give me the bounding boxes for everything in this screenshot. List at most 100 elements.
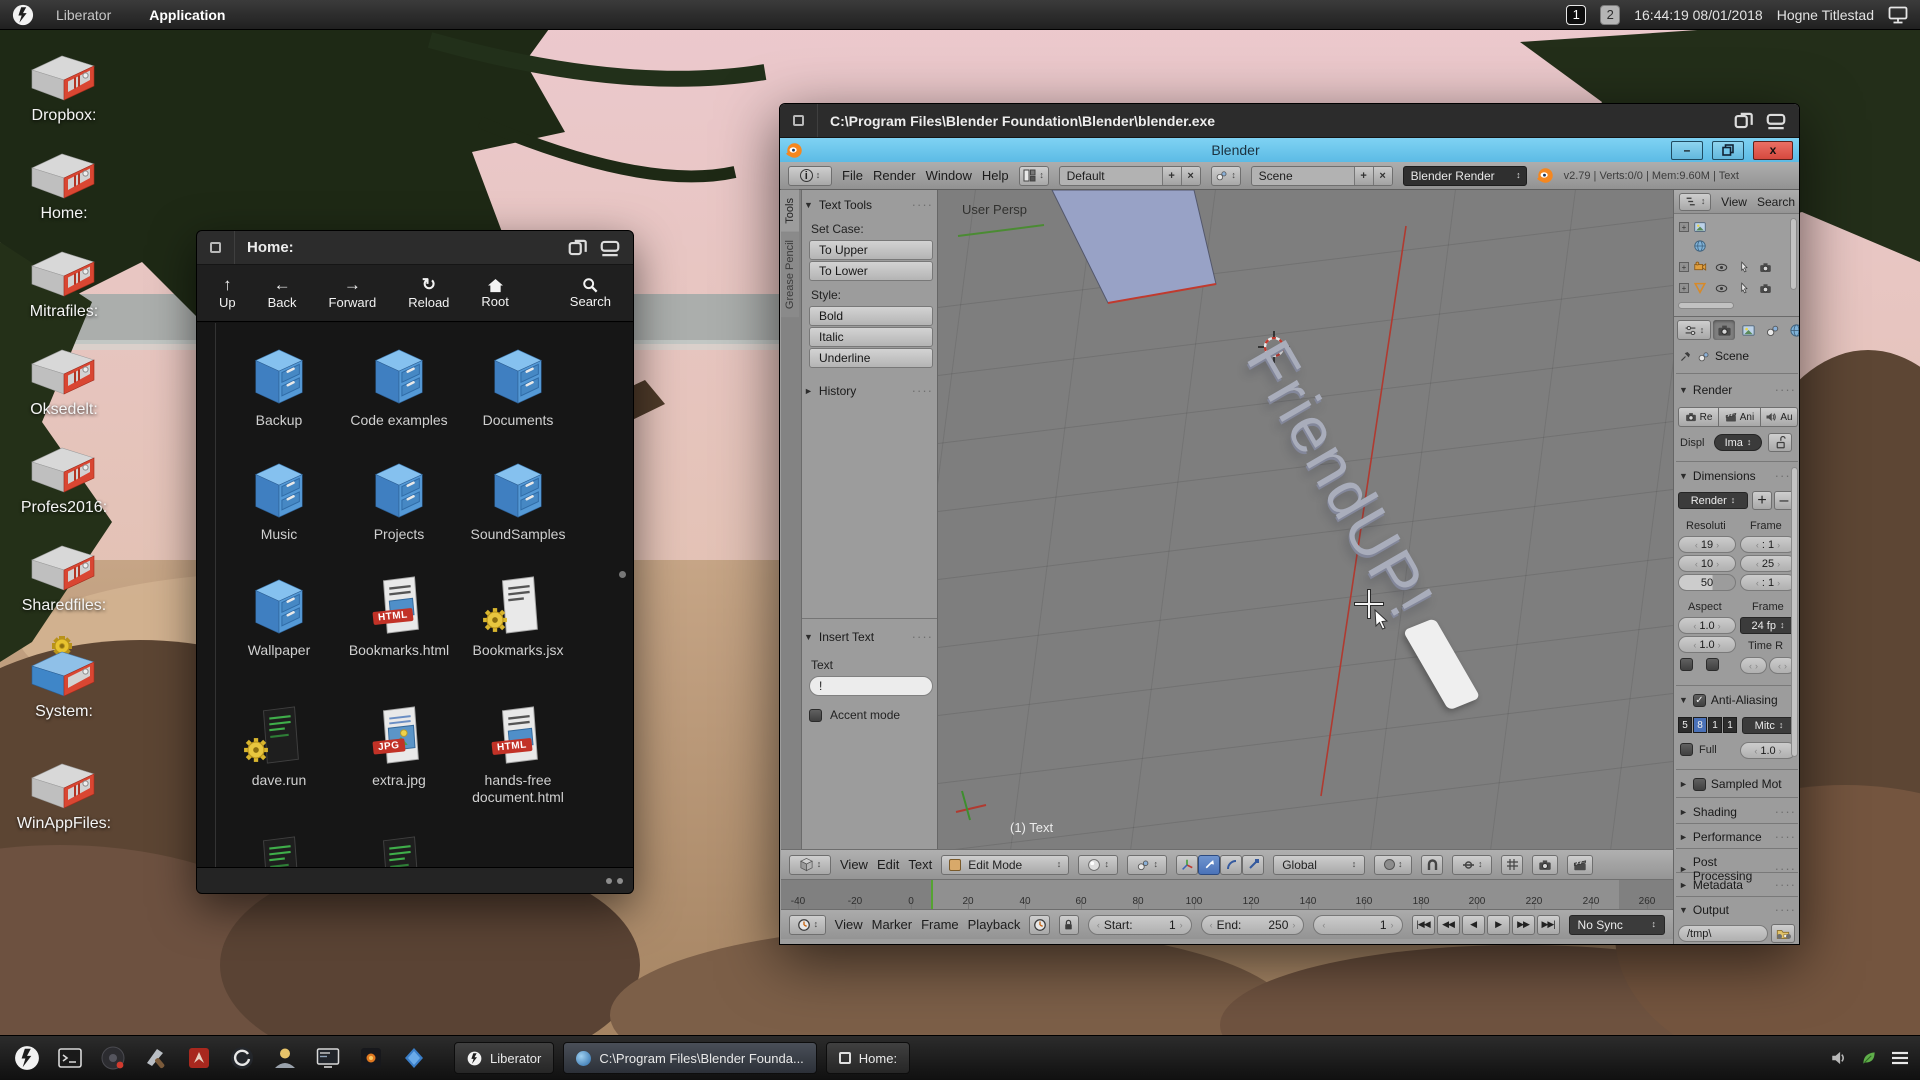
bold-button[interactable]: Bold bbox=[809, 306, 933, 326]
resolution-percentage-slider[interactable]: 50 bbox=[1678, 574, 1736, 591]
home-file-list[interactable]: Backup Code examples Documents Music Pro… bbox=[197, 323, 633, 867]
tab-grease-pencil[interactable]: Grease Pencil bbox=[781, 232, 799, 317]
jump-to-end-button[interactable]: ▶▶| bbox=[1537, 915, 1560, 935]
blender-title-bar[interactable]: C:\Program Files\Blender Foundation\Blen… bbox=[780, 104, 1799, 138]
file-item-code-examples[interactable]: Code examples bbox=[341, 345, 457, 429]
properties-vertical-scrollbar[interactable] bbox=[1791, 467, 1798, 757]
desktop-icon-sharedfiles[interactable]: Sharedfiles: bbox=[6, 538, 122, 615]
blender-resize-grip[interactable] bbox=[1777, 934, 1791, 939]
viewport-3d[interactable]: User Persp (1) Text FriendUP! bbox=[938, 190, 1673, 849]
timeline-ruler[interactable]: -40 -20 0 20 40 60 80 100 120 140 160 18… bbox=[781, 879, 1673, 909]
frame-end-field[interactable]: ‹25› bbox=[1740, 555, 1796, 572]
minimize-button[interactable]: – bbox=[1671, 141, 1703, 160]
dimensions-panel-header[interactable]: ▼ Dimensions ···· bbox=[1679, 469, 1796, 483]
user-app-icon[interactable] bbox=[268, 1041, 302, 1075]
file-item-backup[interactable]: Backup bbox=[221, 345, 337, 429]
menu-application[interactable]: Application bbox=[133, 7, 241, 23]
snap-grid-button[interactable] bbox=[1501, 855, 1523, 875]
expand-icon[interactable]: + bbox=[1679, 222, 1689, 232]
lock-time-button[interactable] bbox=[1059, 915, 1079, 935]
scene-icon-button[interactable]: ↕ bbox=[1211, 166, 1241, 186]
desktop-icon-profes2016[interactable]: Profes2016: bbox=[6, 440, 122, 517]
metadata-panel-header[interactable]: ► Metadata ···· bbox=[1679, 878, 1796, 892]
delete-layout-button[interactable]: × bbox=[1181, 167, 1200, 185]
screens-app-icon[interactable] bbox=[311, 1041, 345, 1075]
editor-type-button[interactable]: ↕ bbox=[1677, 320, 1711, 340]
preview-range-button[interactable] bbox=[1029, 915, 1049, 935]
audio-button[interactable]: Au bbox=[1761, 407, 1798, 427]
render-engine-select[interactable]: Blender Render ↕ bbox=[1403, 166, 1527, 186]
menu-playback[interactable]: Playback bbox=[968, 917, 1021, 932]
performance-panel-header[interactable]: ► Performance ···· bbox=[1679, 830, 1796, 844]
tab-scene[interactable] bbox=[1761, 320, 1783, 340]
selectability-cursor-icon[interactable] bbox=[1738, 282, 1750, 294]
snap-element-select[interactable]: ↕ bbox=[1374, 855, 1412, 875]
outliner-vertical-scrollbar[interactable] bbox=[1790, 218, 1797, 290]
menu-render[interactable]: Render bbox=[873, 168, 916, 183]
delete-scene-button[interactable]: × bbox=[1373, 167, 1392, 185]
frame-start-field[interactable]: ‹ Start: 1 › bbox=[1088, 915, 1192, 935]
full-sample-checkbox[interactable]: Full bbox=[1680, 743, 1717, 756]
underline-button[interactable]: Underline bbox=[809, 348, 933, 368]
file-item-documents[interactable]: Documents bbox=[460, 345, 576, 429]
restore-button[interactable] bbox=[1712, 141, 1744, 160]
friend-logo-icon[interactable] bbox=[12, 4, 34, 26]
crop-checkbox[interactable] bbox=[1706, 658, 1719, 671]
blender-app-title-bar[interactable]: Blender – x bbox=[780, 138, 1799, 162]
red-app-icon[interactable] bbox=[182, 1041, 216, 1075]
samples-5-button[interactable]: 5 bbox=[1678, 717, 1692, 733]
viewport-shading-select[interactable]: ↕ bbox=[1078, 855, 1118, 875]
task-button-liberator[interactable]: Liberator bbox=[454, 1042, 554, 1074]
visibility-eye-icon[interactable] bbox=[1715, 282, 1728, 295]
frame-start-field[interactable]: ‹: 1› bbox=[1740, 536, 1796, 553]
add-preset-button[interactable]: + bbox=[1752, 491, 1772, 510]
leaf-icon[interactable] bbox=[1860, 1049, 1878, 1067]
add-scene-button[interactable]: + bbox=[1354, 167, 1373, 185]
file-item-partial[interactable] bbox=[341, 835, 457, 867]
mode-select[interactable]: Edit Mode↕ bbox=[941, 855, 1069, 875]
selectability-cursor-icon[interactable] bbox=[1738, 261, 1750, 273]
samples-11-button[interactable]: 1 bbox=[1708, 717, 1722, 733]
render-button[interactable]: Re bbox=[1678, 407, 1719, 427]
resolution-x-field[interactable]: ‹19› bbox=[1678, 536, 1736, 553]
back-button[interactable]: ←Back bbox=[268, 276, 297, 310]
next-keyframe-button[interactable]: ▶▶ bbox=[1512, 915, 1535, 935]
insert-text-input[interactable] bbox=[809, 676, 933, 696]
file-item-music[interactable]: Music bbox=[221, 459, 337, 543]
aspect-x-field[interactable]: ‹1.0› bbox=[1678, 617, 1736, 634]
terminal-icon[interactable] bbox=[53, 1041, 87, 1075]
desktop-icon-oksedelt[interactable]: Oksedelt: bbox=[6, 342, 122, 419]
root-button[interactable]: Root bbox=[481, 278, 508, 309]
frame-step-field[interactable]: ‹: 1› bbox=[1740, 574, 1796, 591]
transform-orientation-select[interactable]: Global↕ bbox=[1273, 855, 1365, 875]
animation-button[interactable]: Ani bbox=[1719, 407, 1761, 427]
play-reverse-button[interactable]: ◀ bbox=[1462, 915, 1485, 935]
render-opengl-anim-button[interactable] bbox=[1567, 855, 1593, 875]
aspect-y-field[interactable]: ‹1.0› bbox=[1678, 636, 1736, 653]
previous-keyframe-button[interactable]: ◀◀ bbox=[1437, 915, 1460, 935]
menu-liberator[interactable]: Liberator bbox=[40, 7, 127, 23]
task-button-blender[interactable]: C:\Program Files\Blender Founda... bbox=[563, 1042, 816, 1074]
proportional-edit-select[interactable]: ↕ bbox=[1452, 855, 1492, 875]
swirl-app-icon[interactable] bbox=[225, 1041, 259, 1075]
outliner-row-world[interactable] bbox=[1693, 238, 1707, 254]
display-mode-select[interactable]: Ima↕ bbox=[1714, 434, 1762, 451]
file-item-extra-jpg[interactable]: JPG extra.jpg bbox=[341, 705, 457, 789]
samples-16-button[interactable]: 1 bbox=[1723, 717, 1737, 733]
manipulator-toggle-button[interactable] bbox=[1176, 855, 1198, 875]
desktop-icon-mitrafiles[interactable]: Mitrafiles: bbox=[6, 244, 122, 321]
samples-8-button[interactable]: 8 bbox=[1693, 717, 1707, 733]
tab-tools[interactable]: Tools bbox=[781, 190, 799, 232]
task-button-home[interactable]: Home: bbox=[826, 1042, 910, 1074]
search-button[interactable]: Search bbox=[570, 277, 611, 309]
antialiasing-checkbox[interactable]: ✓ bbox=[1693, 694, 1706, 707]
accent-mode-checkbox[interactable]: Accent mode bbox=[809, 708, 900, 722]
add-layout-button[interactable]: + bbox=[1162, 167, 1181, 185]
border-checkbox[interactable] bbox=[1680, 658, 1693, 671]
translate-manipulator-button[interactable] bbox=[1198, 855, 1220, 875]
sampled-motion-blur-panel-header[interactable]: ► Sampled Mot bbox=[1679, 777, 1796, 791]
render-preset-select[interactable]: Render↕ bbox=[1678, 492, 1748, 509]
text-tools-panel-header[interactable]: ▼ Text Tools ···· bbox=[804, 198, 933, 212]
desktop-icon-dropbox[interactable]: Dropbox: bbox=[6, 48, 122, 125]
desktop-icon-winappfiles[interactable]: WinAppFiles: bbox=[6, 756, 122, 833]
